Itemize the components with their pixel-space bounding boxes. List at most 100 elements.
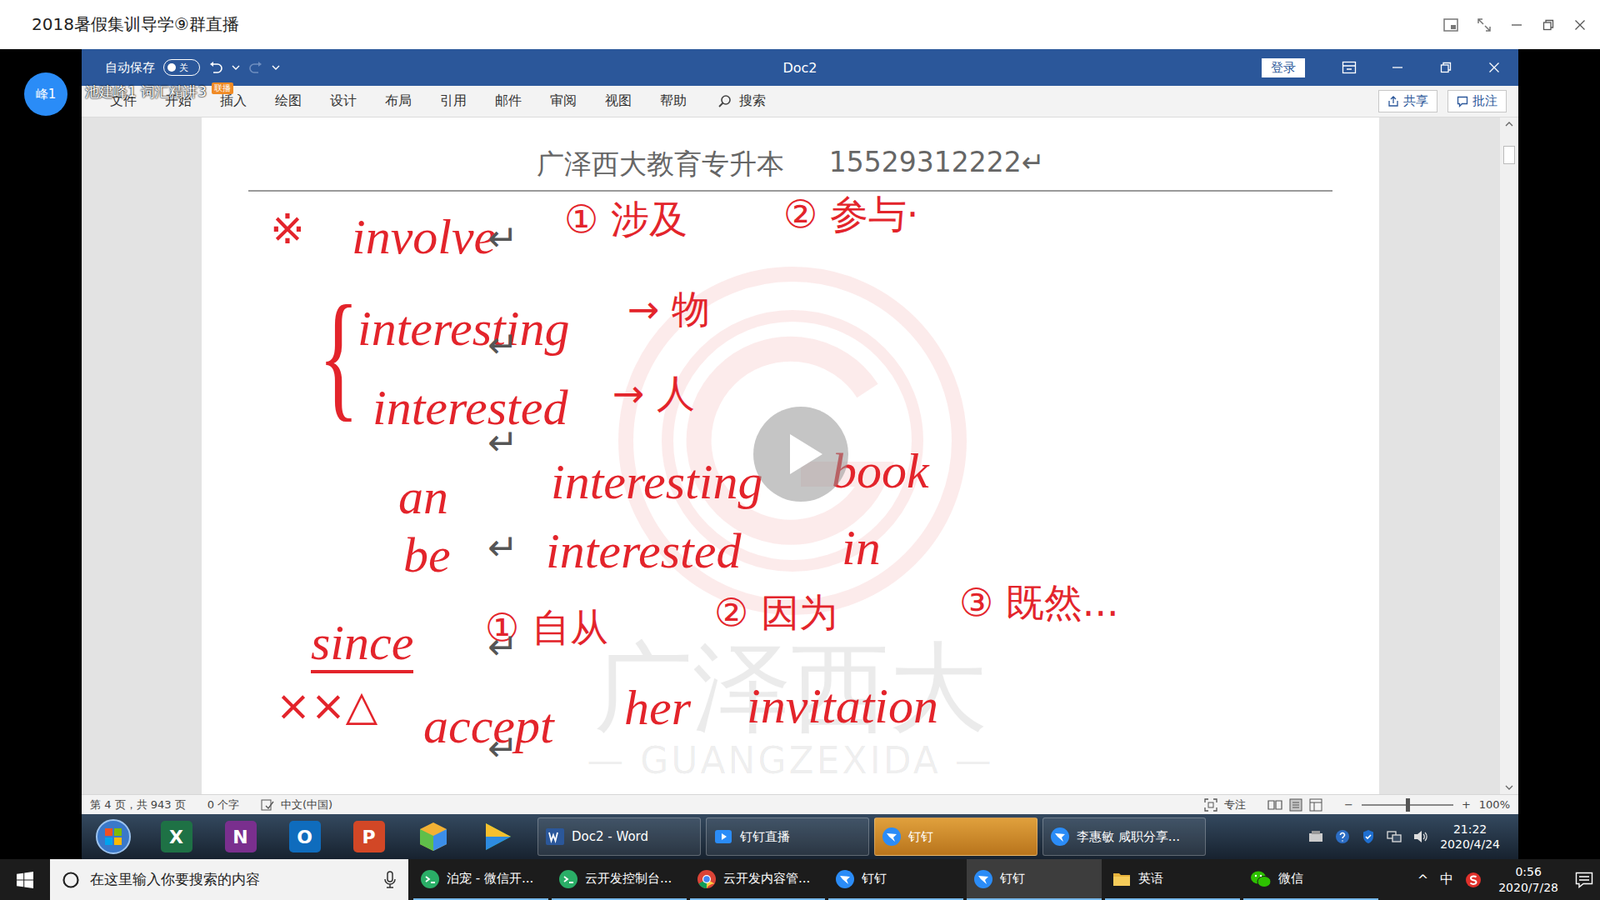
restore-icon[interactable] [1541, 18, 1555, 32]
focus-mode[interactable]: 专注 [1224, 797, 1246, 813]
comments-button[interactable]: 批注 [1447, 90, 1507, 113]
autosave-toggle[interactable]: 关 [163, 59, 200, 76]
language[interactable]: 中文(中国) [280, 797, 333, 813]
minimize-icon[interactable] [1373, 49, 1422, 86]
page-count[interactable]: 第 4 页，共 943 页 [90, 797, 186, 813]
taskbar-item-label: 微信 [1278, 870, 1304, 887]
note-text: { [318, 276, 360, 434]
start-orb-icon[interactable] [95, 818, 132, 855]
clock[interactable]: 0:562020/7/28 [1493, 864, 1564, 896]
zoom-in-button[interactable]: + [1461, 798, 1471, 811]
read-mode-icon[interactable] [1267, 799, 1283, 811]
window-title: 2018暑假集训导学⑨群直播 [31, 13, 240, 36]
print-layout-icon[interactable] [1289, 798, 1303, 812]
proofing-icon[interactable] [260, 799, 275, 811]
note-text: her [624, 680, 691, 735]
undo-dropdown-icon[interactable] [231, 64, 240, 71]
page-header: 广泽西大教育专升本15529312222↵ [248, 117, 1333, 192]
clock[interactable]: 21:222020/4/24 [1440, 821, 1500, 852]
taskbar-item[interactable]: 云开发内容管... [690, 859, 825, 900]
taskbar-item-label: 钉钉 [861, 870, 887, 887]
customize-dropdown-icon[interactable] [271, 64, 280, 71]
ribbon-tab[interactable]: 设计 [315, 85, 371, 118]
toggle-label: 关 [179, 61, 189, 75]
volume-icon[interactable] [1413, 830, 1429, 844]
ribbon-tab[interactable]: 视图 [590, 85, 646, 118]
vertical-scrollbar[interactable] [1500, 117, 1519, 795]
scroll-thumb[interactable] [1503, 145, 1515, 165]
taskbar-window[interactable]: 李惠敏 咸职分享... [1042, 817, 1206, 856]
handwritten-note: interesting [357, 300, 570, 358]
onenote-icon[interactable]: N [225, 820, 257, 853]
ribbon-search[interactable]: 搜索 [717, 92, 766, 110]
handwritten-note: invitation [746, 677, 939, 735]
taskbar-item[interactable]: 英语 [1105, 859, 1240, 900]
share-button[interactable]: 共享 [1378, 90, 1438, 113]
ribbon-tab[interactable]: 帮助 [645, 85, 701, 118]
ribbon-tab[interactable]: 邮件 [480, 85, 536, 118]
autosave-label: 自动保存 [105, 60, 155, 76]
show-hidden-icons[interactable]: ^ [1417, 871, 1429, 888]
stream-title: 池建峰1 词汇精讲3 [85, 82, 207, 102]
close-icon[interactable] [1470, 49, 1519, 86]
scroll-down-icon[interactable] [1505, 784, 1514, 791]
ribbon-tab[interactable]: 布局 [370, 85, 426, 118]
handwritten-note: ② 参与· [783, 192, 919, 237]
device-icon[interactable] [1308, 830, 1324, 844]
login-button[interactable]: 登录 [1261, 58, 1305, 78]
network-icon[interactable] [1386, 830, 1402, 844]
zoom-thumb[interactable] [1405, 798, 1410, 812]
start-button[interactable] [0, 859, 50, 900]
close-icon[interactable] [1573, 18, 1587, 32]
handwritten-note: { [318, 284, 360, 426]
comments-label: 批注 [1472, 93, 1498, 110]
web-layout-icon[interactable] [1309, 798, 1323, 812]
ribbon-tab[interactable]: 审阅 [535, 85, 591, 118]
focus-icon[interactable] [1204, 798, 1218, 812]
help-icon[interactable] [1335, 829, 1350, 845]
taskbar-search[interactable]: 在这里输入你要搜索的内容 [50, 859, 409, 900]
play-button[interactable] [753, 406, 849, 502]
powerpoint-icon[interactable]: P [353, 820, 385, 853]
undo-icon[interactable] [208, 60, 224, 75]
zoom-slider[interactable] [1361, 804, 1454, 806]
scroll-up-icon[interactable] [1505, 120, 1514, 128]
ribbon-options-icon[interactable] [1325, 49, 1374, 86]
taskbar-item-label: 云开发内容管... [723, 870, 810, 887]
minimize-icon[interactable] [1510, 18, 1524, 32]
dingtalk-icon [973, 869, 994, 890]
ribbon-tab[interactable]: 绘图 [260, 85, 316, 118]
media-player-icon[interactable] [480, 820, 515, 854]
taskbar-window[interactable]: 钉钉直播 [705, 817, 870, 856]
sogou-icon[interactable] [1465, 871, 1482, 889]
word-count[interactable]: 0 个字 [207, 797, 240, 813]
folder-icon [1111, 869, 1132, 890]
input-method[interactable]: 中 [1440, 870, 1454, 889]
search-input[interactable]: 在这里输入你要搜索的内容 [90, 870, 374, 890]
microphone-icon[interactable] [383, 870, 397, 890]
taskbar-window[interactable]: Doc2 - Word [537, 817, 701, 856]
zoom-out-button[interactable]: − [1344, 798, 1354, 811]
taskbar-item[interactable]: 钉钉 [966, 859, 1102, 900]
ribbon-tab[interactable]: 引用 [425, 85, 481, 118]
outlook-icon[interactable]: O [289, 820, 321, 853]
note-text: interesting [357, 300, 570, 356]
share-icon [1387, 95, 1400, 108]
live-video[interactable]: 自动保存关Doc2登录文件开始插入绘图设计布局引用邮件审阅视图帮助搜索共享批注广… [81, 49, 1519, 860]
presenter-avatar[interactable]: 峰1 [24, 72, 68, 116]
taskbar-item[interactable]: 钉钉 [828, 859, 964, 900]
taskbar-item[interactable]: 泊宠 - 微信开... [413, 859, 549, 900]
notification-icon[interactable] [1575, 871, 1594, 889]
note-text: involve [351, 209, 496, 265]
redo-icon [248, 60, 264, 75]
taskbar-item[interactable]: 微信 [1243, 859, 1379, 900]
fullscreen-icon[interactable] [1476, 17, 1492, 33]
zoom-level[interactable]: 100% [1479, 798, 1510, 811]
box-app-icon[interactable] [416, 820, 450, 854]
picture-in-picture-icon[interactable] [1443, 18, 1459, 32]
restore-icon[interactable] [1421, 49, 1470, 86]
taskbar-window[interactable]: 钉钉 [874, 817, 1038, 856]
security-icon[interactable] [1361, 829, 1375, 845]
taskbar-item[interactable]: 云开发控制台... [551, 859, 687, 900]
excel-icon[interactable]: X [160, 820, 193, 853]
